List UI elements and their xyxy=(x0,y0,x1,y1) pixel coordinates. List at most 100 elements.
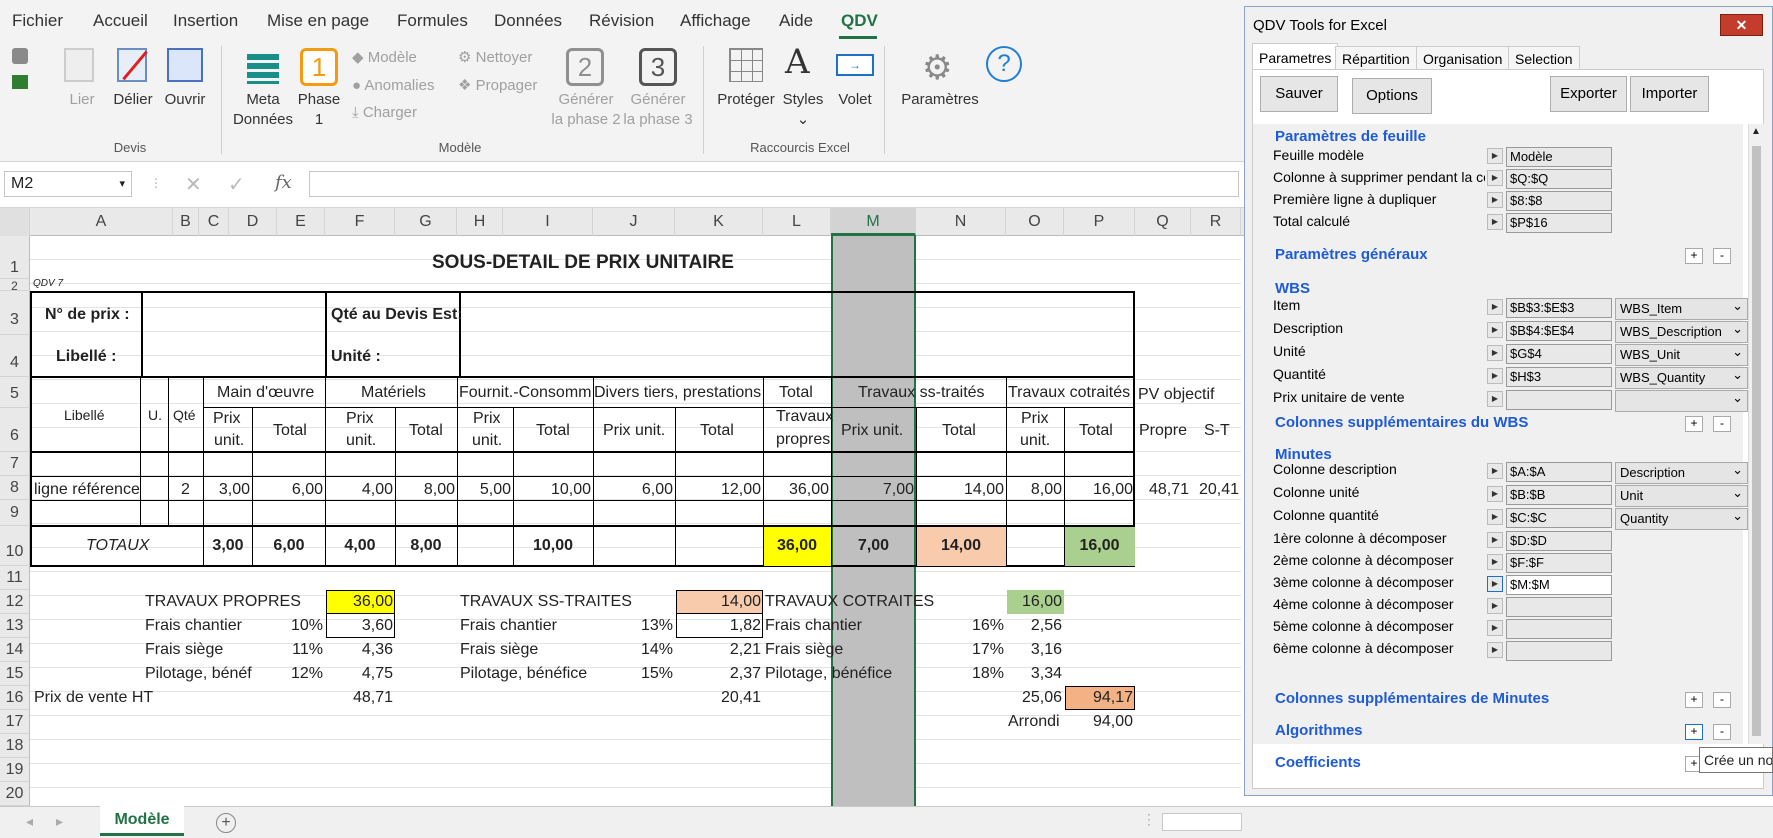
hex-icon[interactable] xyxy=(12,48,28,64)
b13-pct[interactable]: 13% xyxy=(593,617,673,635)
b14-pct[interactable]: 14% xyxy=(593,641,673,659)
tab-next-icon[interactable]: ▸ xyxy=(56,813,63,830)
col-header[interactable]: P xyxy=(1064,208,1135,236)
decomp4-input[interactable] xyxy=(1506,597,1612,617)
col-header[interactable]: A xyxy=(30,208,173,236)
b15-val[interactable]: 2,37 xyxy=(676,665,761,683)
cell-p8[interactable]: 16,00 xyxy=(1066,481,1133,499)
cell-e8[interactable]: 6,00 xyxy=(255,481,323,499)
pv-b[interactable]: 20,41 xyxy=(676,689,761,707)
expand-icon[interactable]: ▶ xyxy=(1487,642,1503,658)
anomalies-button[interactable]: ● Anomalies xyxy=(352,76,434,96)
min-qty-input[interactable]: $C:$C xyxy=(1506,508,1612,528)
wbs-pu-input[interactable] xyxy=(1506,390,1612,410)
cell-k8[interactable]: 12,00 xyxy=(677,481,761,499)
row-header[interactable]: 1 xyxy=(0,236,30,279)
col-header[interactable]: J xyxy=(593,208,675,236)
formula-input[interactable] xyxy=(309,171,1239,197)
row-header[interactable]: 8 xyxy=(0,476,30,500)
row-header[interactable]: 20 xyxy=(0,782,30,806)
cell-d10[interactable]: 3,00 xyxy=(206,537,250,555)
sec-generaux[interactable]: Paramètres généraux xyxy=(1275,246,1428,263)
expand-icon[interactable]: ▶ xyxy=(1487,368,1503,384)
col-header[interactable]: E xyxy=(277,208,325,236)
minus-icon[interactable]: - xyxy=(1713,416,1731,432)
close-icon[interactable]: ✕ xyxy=(1720,14,1763,36)
col-header[interactable]: D xyxy=(229,208,277,236)
cell-e10[interactable]: 6,00 xyxy=(255,537,323,555)
minus-icon[interactable]: - xyxy=(1713,248,1731,264)
sec-col-wbs[interactable]: Colonnes supplémentaires du WBS xyxy=(1275,414,1528,431)
row-header[interactable]: 2 xyxy=(0,279,30,293)
tab-parametres[interactable]: Parametres xyxy=(1252,43,1339,71)
wbs-unit-input[interactable]: $G$4 xyxy=(1506,344,1612,364)
select-all[interactable] xyxy=(0,208,30,236)
row-header[interactable]: 9 xyxy=(0,500,30,526)
volet-button[interactable]: Volet xyxy=(830,90,880,110)
row-header[interactable]: 5 xyxy=(0,377,30,408)
nettoyer-button[interactable]: ⚙ Nettoyer xyxy=(458,48,532,68)
pv-total[interactable]: 94,17 xyxy=(1065,689,1133,707)
decomp3-input[interactable]: $M:$M xyxy=(1506,575,1612,595)
wbs-qty-select[interactable]: WBS_Quantity xyxy=(1615,365,1748,389)
plus-icon[interactable]: + xyxy=(1685,724,1703,740)
plus-icon[interactable]: + xyxy=(1685,416,1703,432)
sheet-tab-modele[interactable]: Modèle xyxy=(100,806,184,836)
col-header[interactable]: Q xyxy=(1135,208,1191,236)
c14-val[interactable]: 3,16 xyxy=(1007,641,1062,659)
sec-wbs[interactable]: WBS xyxy=(1275,280,1310,297)
menu-formules[interactable]: Formules xyxy=(397,11,468,31)
generer-phase2-button[interactable]: Générer la phase 2 xyxy=(550,90,622,130)
row-header[interactable]: 12 xyxy=(0,590,30,614)
menu-revision[interactable]: Révision xyxy=(589,11,654,31)
expand-icon[interactable]: ▶ xyxy=(1487,463,1503,479)
plus-icon[interactable]: + xyxy=(1685,248,1703,264)
proteger-button[interactable]: Protéger xyxy=(714,90,778,110)
cell-o8[interactable]: 8,00 xyxy=(1008,481,1062,499)
modele-button[interactable]: ◆ Modèle xyxy=(352,48,417,68)
menu-mise-en-page[interactable]: Mise en page xyxy=(267,11,369,31)
row-header[interactable]: 14 xyxy=(0,638,30,662)
min-qty-select[interactable]: Quantity xyxy=(1615,506,1748,530)
arrondi-value[interactable]: 94,00 xyxy=(1065,713,1133,731)
row-header[interactable]: 17 xyxy=(0,710,30,734)
styles-button[interactable]: Styles ⌄ xyxy=(778,90,828,130)
menu-qdv[interactable]: QDV xyxy=(841,11,878,31)
wbs-desc-input[interactable]: $B$4:$E$4 xyxy=(1506,321,1612,341)
expand-icon[interactable]: ▶ xyxy=(1487,532,1503,548)
sauver-button[interactable]: Sauver xyxy=(1260,76,1338,112)
wbs-item-select[interactable]: WBS_Item xyxy=(1615,296,1748,320)
decomp5-input[interactable] xyxy=(1506,619,1612,639)
c15-val[interactable]: 3,34 xyxy=(1007,665,1062,683)
menu-affichage[interactable]: Affichage xyxy=(680,11,751,31)
col-header[interactable]: K xyxy=(675,208,763,236)
c13-val[interactable]: 2,56 xyxy=(1007,617,1062,635)
expand-icon[interactable]: ▶ xyxy=(1487,345,1503,361)
fx-icon[interactable]: fx xyxy=(275,172,292,193)
expand-icon[interactable]: ▶ xyxy=(1487,322,1503,338)
feuille-input[interactable]: Modèle xyxy=(1506,147,1612,167)
cell-f8[interactable]: 4,00 xyxy=(327,481,393,499)
pv-a[interactable]: 48,71 xyxy=(326,689,393,707)
sec-algo[interactable]: Algorithmes xyxy=(1275,722,1363,739)
total-calcule-input[interactable]: $P$16 xyxy=(1506,213,1612,233)
b13-val[interactable]: 1,82 xyxy=(676,617,761,635)
col-header[interactable]: B xyxy=(173,208,199,236)
cell-p10[interactable]: 16,00 xyxy=(1066,537,1133,555)
row-header[interactable]: 11 xyxy=(0,566,30,590)
col-suppr-input[interactable]: $Q:$Q xyxy=(1506,169,1612,189)
minus-icon[interactable]: - xyxy=(1713,692,1731,708)
charger-button[interactable]: ⤓ Charger xyxy=(352,103,417,123)
col-header[interactable]: G xyxy=(395,208,457,236)
expand-icon[interactable]: ▶ xyxy=(1487,299,1503,315)
a15-pct[interactable]: 12% xyxy=(277,665,323,683)
c14-pct[interactable]: 17% xyxy=(916,641,1004,659)
cell-i8[interactable]: 10,00 xyxy=(515,481,591,499)
row-header[interactable]: 6 xyxy=(0,408,30,452)
cell-m8[interactable]: 7,00 xyxy=(833,481,914,499)
expand-icon[interactable]: ▶ xyxy=(1487,598,1503,614)
menu-fichier[interactable]: Fichier xyxy=(12,11,63,31)
c15-pct[interactable]: 18% xyxy=(916,665,1004,683)
wbs-pu-select[interactable] xyxy=(1615,388,1748,412)
premiere-ligne-input[interactable]: $8:$8 xyxy=(1506,191,1612,211)
